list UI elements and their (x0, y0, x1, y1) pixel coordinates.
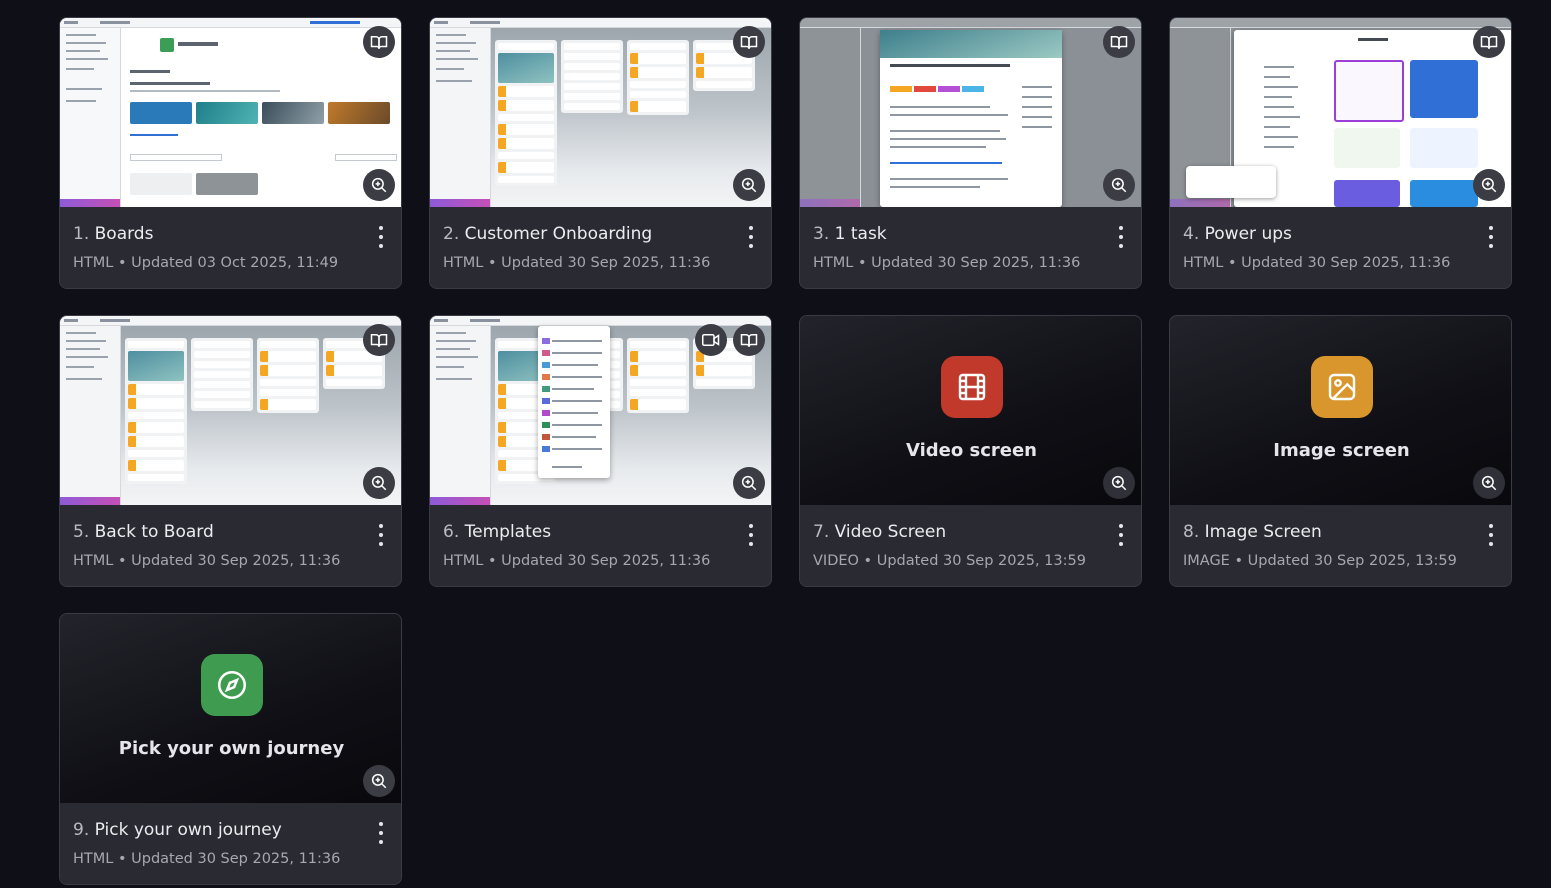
zoom-in-icon (1481, 177, 1497, 193)
more-options-button[interactable] (1483, 524, 1499, 546)
card-meta: 6. Templates HTML • Updated 30 Sep 2025,… (430, 505, 771, 586)
screen-card[interactable]: 3. 1 task HTML • Updated 30 Sep 2025, 11… (799, 17, 1142, 289)
zoom-preview-button[interactable] (1473, 169, 1505, 201)
book-icon (370, 36, 388, 49)
image-icon (1328, 373, 1356, 401)
screen-thumbnail[interactable] (800, 18, 1141, 207)
card-title[interactable]: 9. Pick your own journey (73, 820, 282, 840)
card-title[interactable]: 3. 1 task (813, 224, 887, 244)
screen-card[interactable]: 4. Power ups HTML • Updated 30 Sep 2025,… (1169, 17, 1512, 289)
guide-button[interactable] (733, 26, 765, 58)
card-subtitle: HTML • Updated 30 Sep 2025, 11:36 (443, 553, 711, 569)
zoom-in-icon (741, 177, 757, 193)
film-icon (958, 373, 986, 401)
card-subtitle: VIDEO • Updated 30 Sep 2025, 13:59 (813, 553, 1086, 569)
card-title[interactable]: 5. Back to Board (73, 522, 214, 542)
zoom-preview-button[interactable] (1103, 467, 1135, 499)
zoom-in-icon (1481, 475, 1497, 491)
zoom-in-icon (371, 177, 387, 193)
more-options-button[interactable] (743, 524, 759, 546)
card-title[interactable]: 2. Customer Onboarding (443, 224, 652, 244)
more-options-button[interactable] (1483, 226, 1499, 248)
guide-button[interactable] (1473, 26, 1505, 58)
zoom-preview-button[interactable] (1473, 467, 1505, 499)
screen-thumbnail[interactable]: Pick your own journey (60, 614, 401, 803)
screen-thumbnail[interactable]: Video screen (800, 316, 1141, 505)
card-meta: 2. Customer Onboarding HTML • Updated 30… (430, 207, 771, 288)
card-title[interactable]: 8. Image Screen (1183, 522, 1322, 542)
book-icon (740, 334, 758, 347)
book-icon (1110, 36, 1128, 49)
placeholder-label: Image screen (1273, 440, 1410, 461)
more-options-button[interactable] (373, 822, 389, 844)
compass-icon (217, 670, 247, 700)
card-subtitle: HTML • Updated 30 Sep 2025, 11:36 (813, 255, 1081, 271)
guide-button[interactable] (1103, 26, 1135, 58)
screen-card[interactable]: 5. Back to Board HTML • Updated 30 Sep 2… (59, 315, 402, 587)
guide-button[interactable] (733, 324, 765, 356)
placeholder-label: Pick your own journey (118, 738, 345, 759)
card-subtitle: HTML • Updated 03 Oct 2025, 11:49 (73, 255, 339, 271)
more-options-button[interactable] (373, 226, 389, 248)
guide-button[interactable] (363, 324, 395, 356)
book-icon (740, 36, 758, 49)
card-meta: 4. Power ups HTML • Updated 30 Sep 2025,… (1170, 207, 1511, 288)
card-subtitle: HTML • Updated 30 Sep 2025, 11:36 (73, 553, 341, 569)
image-tile (1311, 356, 1373, 418)
zoom-preview-button[interactable] (363, 765, 395, 797)
screen-thumbnail[interactable] (1170, 18, 1511, 207)
card-subtitle: HTML • Updated 30 Sep 2025, 11:36 (443, 255, 711, 271)
card-subtitle: HTML • Updated 30 Sep 2025, 11:36 (73, 851, 341, 867)
video-camera-icon (702, 334, 720, 346)
more-options-button[interactable] (1113, 226, 1129, 248)
card-title[interactable]: 4. Power ups (1183, 224, 1292, 244)
zoom-in-icon (741, 475, 757, 491)
zoom-preview-button[interactable] (363, 169, 395, 201)
card-meta: 7. Video Screen VIDEO • Updated 30 Sep 2… (800, 505, 1141, 586)
zoom-in-icon (1111, 475, 1127, 491)
zoom-in-icon (371, 475, 387, 491)
card-meta: 3. 1 task HTML • Updated 30 Sep 2025, 11… (800, 207, 1141, 288)
zoom-preview-button[interactable] (733, 467, 765, 499)
more-options-button[interactable] (743, 226, 759, 248)
card-subtitle: HTML • Updated 30 Sep 2025, 11:36 (1183, 255, 1451, 271)
card-meta: 1. Boards HTML • Updated 03 Oct 2025, 11… (60, 207, 401, 288)
screen-card[interactable]: 1. Boards HTML • Updated 03 Oct 2025, 11… (59, 17, 402, 289)
screen-card[interactable]: 2. Customer Onboarding HTML • Updated 30… (429, 17, 772, 289)
screen-thumbnail[interactable] (60, 18, 401, 207)
video-guide-button[interactable] (695, 324, 727, 356)
screen-card[interactable]: Image screen 8. Image Screen IMAGE • Upd… (1169, 315, 1512, 587)
screen-card[interactable]: Pick your own journey 9. Pick your own j… (59, 613, 402, 885)
card-title[interactable]: 7. Video Screen (813, 522, 946, 542)
journey-tile (201, 654, 263, 716)
more-options-button[interactable] (373, 524, 389, 546)
placeholder-label: Video screen (905, 440, 1037, 461)
zoom-preview-button[interactable] (1103, 169, 1135, 201)
card-meta: 5. Back to Board HTML • Updated 30 Sep 2… (60, 505, 401, 586)
card-title[interactable]: 1. Boards (73, 224, 153, 244)
screen-grid: 1. Boards HTML • Updated 03 Oct 2025, 11… (59, 17, 1512, 885)
card-subtitle: IMAGE • Updated 30 Sep 2025, 13:59 (1183, 553, 1457, 569)
book-icon (1480, 36, 1498, 49)
card-title[interactable]: 6. Templates (443, 522, 551, 542)
book-icon (370, 334, 388, 347)
card-meta: 8. Image Screen IMAGE • Updated 30 Sep 2… (1170, 505, 1511, 586)
more-options-button[interactable] (1113, 524, 1129, 546)
screen-card[interactable]: 6. Templates HTML • Updated 30 Sep 2025,… (429, 315, 772, 587)
zoom-preview-button[interactable] (363, 467, 395, 499)
zoom-in-icon (1111, 177, 1127, 193)
zoom-preview-button[interactable] (733, 169, 765, 201)
guide-button[interactable] (363, 26, 395, 58)
screen-thumbnail[interactable] (430, 18, 771, 207)
card-meta: 9. Pick your own journey HTML • Updated … (60, 803, 401, 884)
screen-thumbnail[interactable]: Image screen (1170, 316, 1511, 505)
screen-thumbnail[interactable] (430, 316, 771, 505)
video-tile (941, 356, 1003, 418)
zoom-in-icon (371, 773, 387, 789)
screen-thumbnail[interactable] (60, 316, 401, 505)
screen-card[interactable]: Video screen 7. Video Screen VIDEO • Upd… (799, 315, 1142, 587)
